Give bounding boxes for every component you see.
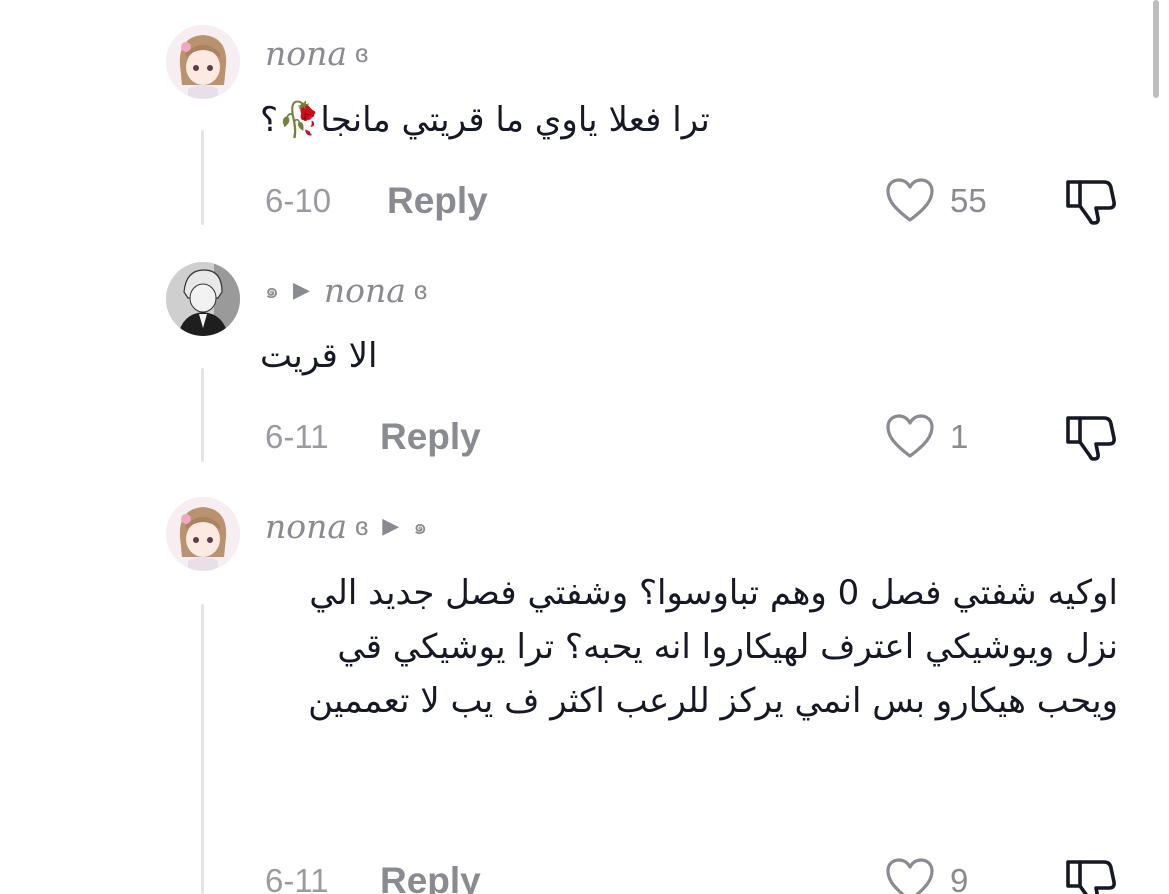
avatar-manga-boy-image [166,262,240,336]
comment-actions: 6-10 Reply 55 [0,176,1169,226]
reply-button[interactable]: Reply [380,416,481,458]
comment-date: 6-11 [265,418,329,455]
author-name[interactable]: nona [324,271,406,310]
author-glyph: ɞ [413,274,428,305]
thumbs-down-icon[interactable] [1062,856,1118,894]
like-count: 1 [950,418,969,455]
reply-button[interactable]: Reply [380,860,481,894]
play-triangle-icon: ▶ [292,277,310,302]
thread-line [201,604,204,894]
heart-outline-icon[interactable] [884,176,936,224]
scrollbar-thumb[interactable] [1153,0,1159,98]
comment-date: 6-11 [265,862,329,894]
play-triangle-icon: ▶ [382,513,400,538]
swirl-icon: ๑ [265,277,279,303]
author-glyph: ɞ [355,37,369,68]
avatar-anime-girl-image [166,25,240,99]
reply-button[interactable]: Reply [387,180,488,222]
author-glyph: ɞ [355,510,369,541]
comment-actions: 6-11 Reply 1 [0,412,1169,462]
avatar[interactable] [166,25,240,99]
comment-actions: 6-11 Reply 9 [0,856,1169,894]
avatar-anime-girl-image [166,497,240,571]
comment-meta: ๑ ▶ nona ɞ [265,268,427,312]
comment-text: ترا فعلا ياوي ما قريتي مانجا🥀؟ [260,100,710,140]
author-name[interactable]: nona [265,507,347,546]
comment-text: اوكيه شفتي فصل 0 وهم تباوسوا؟ وشفتي فصل … [308,573,1118,721]
heart-outline-icon[interactable] [884,412,936,460]
comment-text: الا قريت [260,336,378,376]
swirl-icon: ๑ [413,513,428,539]
author-name[interactable]: nona [265,34,347,73]
comments-panel: nona ɞ ترا فعلا ياوي ما قريتي مانجا🥀؟ 6-… [0,0,1169,894]
thumbs-down-icon[interactable] [1062,412,1118,462]
heart-outline-icon[interactable] [884,856,936,894]
thumbs-down-icon[interactable] [1062,176,1118,226]
comment-meta: nona ɞ [265,31,368,75]
comment-meta: nona ɞ ▶ ๑ [265,504,427,548]
comment-date: 6-10 [265,182,332,219]
like-count: 9 [950,862,969,894]
like-count: 55 [950,182,987,219]
avatar[interactable] [166,262,240,336]
avatar[interactable] [166,497,240,571]
